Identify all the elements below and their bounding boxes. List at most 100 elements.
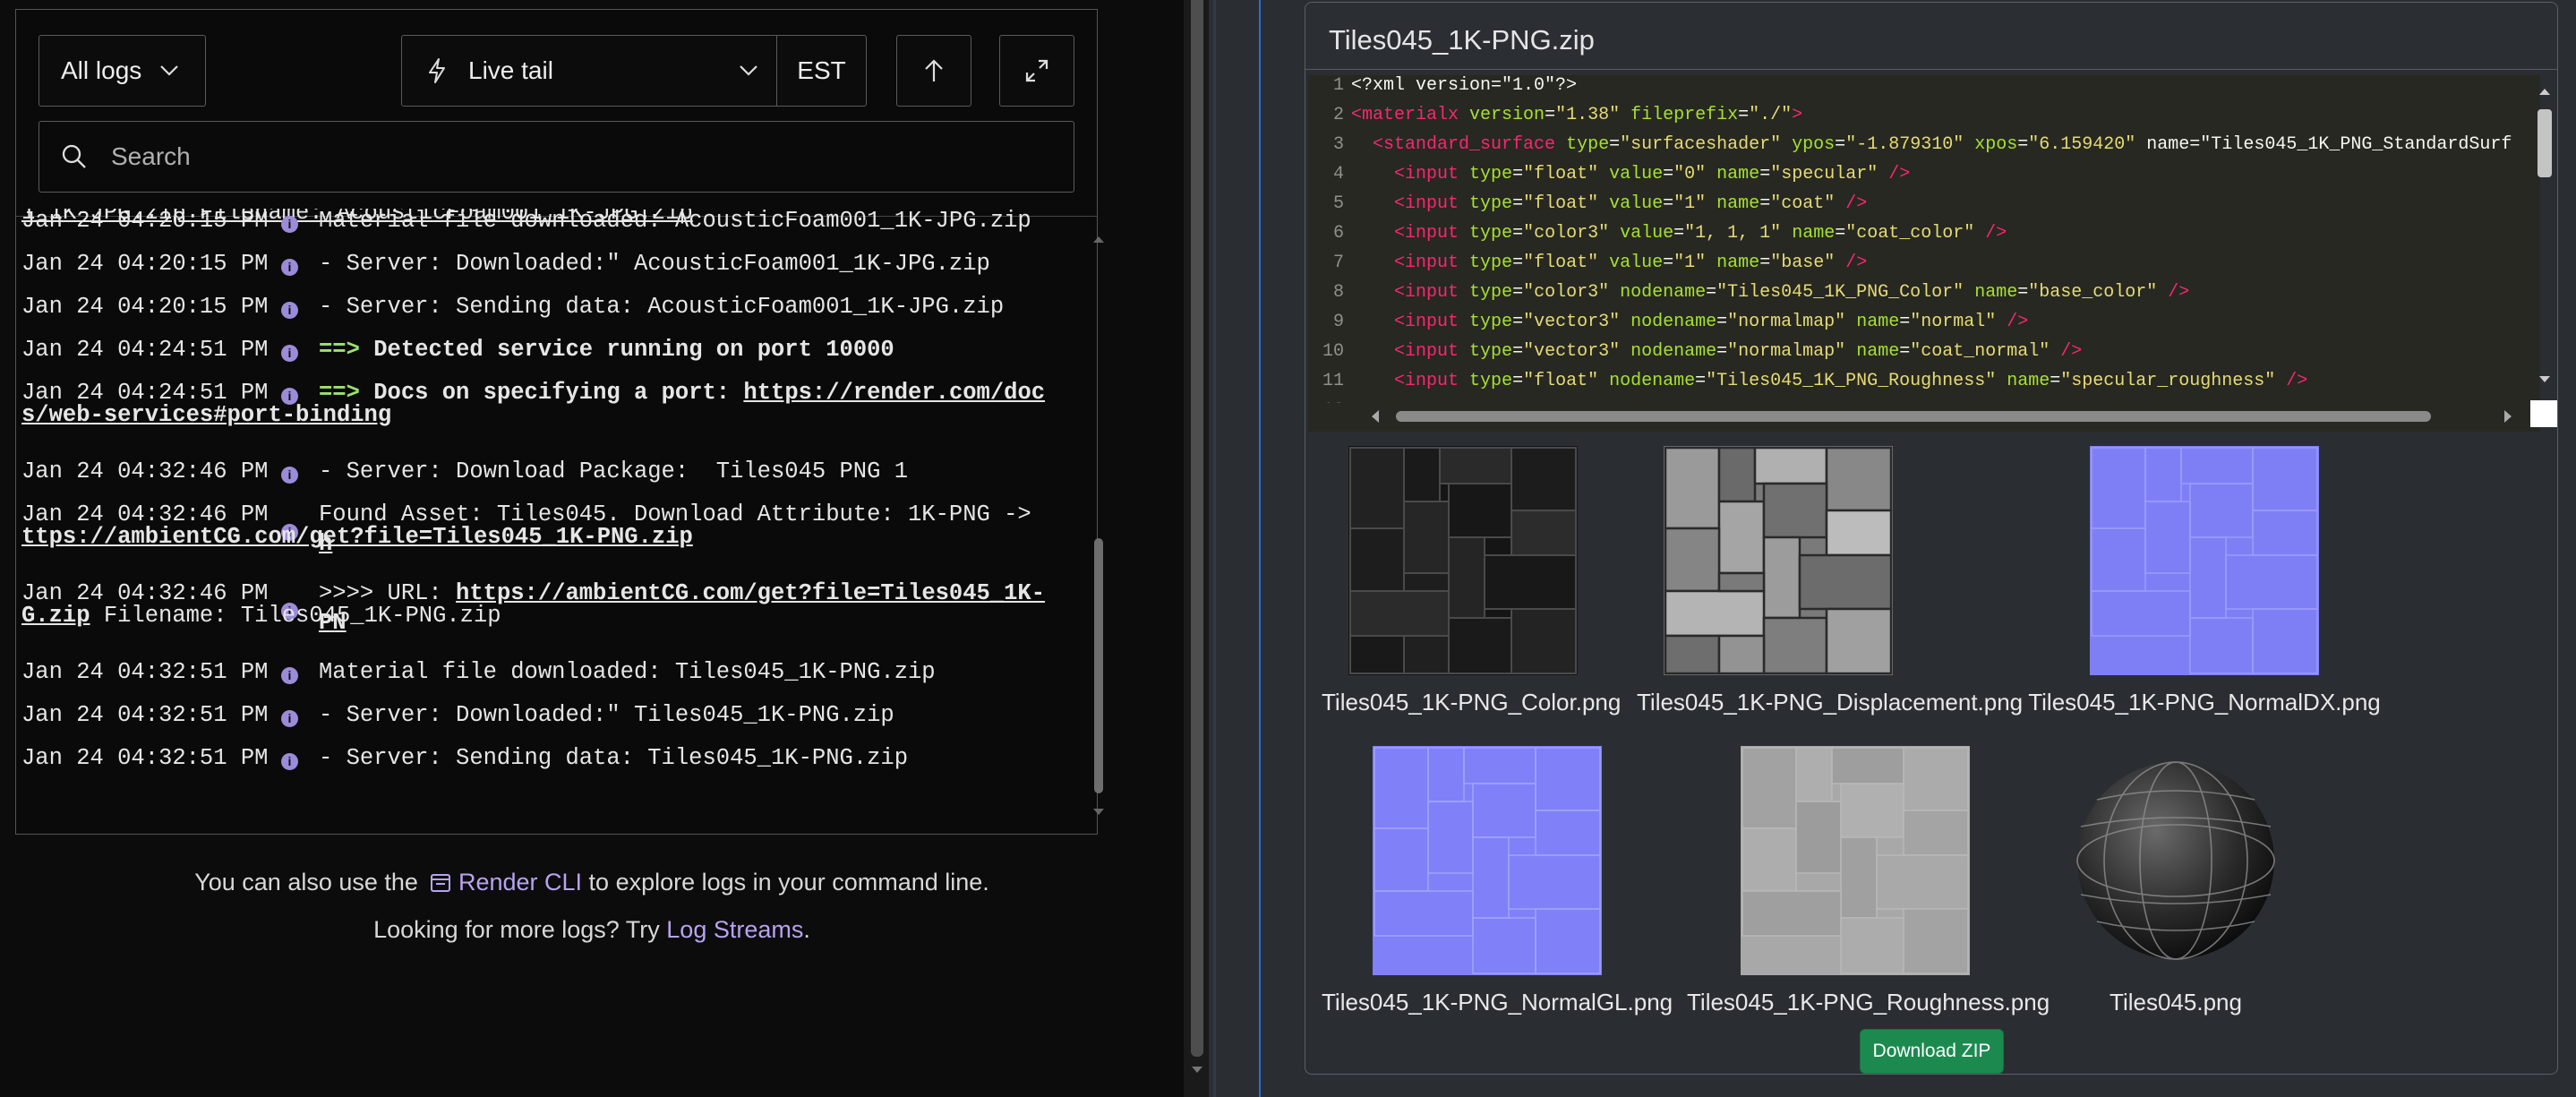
log-timestamp: Jan 24 04:32:46 PM — [21, 459, 269, 484]
scroll-right-arrow-icon — [2504, 410, 2512, 423]
log-entry-continuation: s/web-services#port-binding — [21, 400, 1051, 430]
code-text: <input type="float" value="0" name="spec… — [1394, 164, 1911, 184]
cli-hint-text: You can also use the — [194, 869, 418, 896]
code-line: 11 <input type="float" nodename="Tiles04… — [1308, 366, 2540, 396]
texture-caption: Tiles045_1K-PNG_Color.png — [1322, 689, 1622, 716]
texture-thumbnail-preview[interactable]: Tiles045.png — [2061, 746, 2290, 1016]
texture-thumbnail-normalgl[interactable]: Tiles045_1K-PNG_NormalGL.png — [1322, 746, 1673, 1016]
code-line: 1 <?xml version="1.0"?> — [1308, 75, 2540, 100]
texture-image — [1664, 446, 1893, 675]
log-streams-period: . — [803, 916, 810, 943]
line-number: 2 — [1332, 105, 1344, 125]
info-icon: i — [281, 292, 319, 321]
code-line: 10 <input type="vector3" nodename="norma… — [1308, 337, 2540, 366]
log-text: Material file downloaded: Tiles045_1K-PN… — [319, 659, 936, 685]
log-entry: Jan 24 04:24:51 PM i ==> Detected service … — [21, 335, 1051, 364]
scrollbar-corner — [2530, 400, 2557, 427]
texture-thumbnail-color[interactable]: Tiles045_1K-PNG_Color.png — [1322, 446, 1622, 716]
log-text: - Server: Sending data: AcousticFoam001_… — [319, 294, 1005, 320]
chevron-down-icon — [160, 65, 179, 76]
line-number: 8 — [1332, 282, 1344, 303]
texture-thumbnail-displacement[interactable]: Tiles045_1K-PNG_Displacement.png — [1637, 446, 2024, 716]
logs-filter-label: All logs — [61, 56, 142, 84]
search-field[interactable]: Search — [39, 121, 1074, 193]
info-icon: i — [281, 743, 319, 773]
code-text: <materialx version="1.38" fileprefix="./… — [1351, 105, 1803, 125]
info-icon: i — [281, 457, 319, 486]
logs-pane: All logs Live tail EST Search 1_1K-JPG.z… — [0, 0, 1184, 1097]
log-list: 1_1K-JPG.zip Filename: AcousticFoam001_1… — [21, 209, 1051, 818]
info-icon: i — [281, 249, 319, 279]
live-tail-dropdown[interactable]: Live tail — [401, 35, 777, 107]
texture-thumbnail-normaldx[interactable]: Tiles045_1K-PNG_NormalDX.png — [2024, 446, 2385, 716]
scroll-down-arrow-icon — [2539, 376, 2550, 382]
fullscreen-button[interactable] — [999, 35, 1074, 107]
log-scrollbar-thumb[interactable] — [1094, 538, 1103, 793]
log-entry: Jan 24 04:32:46 PM i - Server: Download Pa… — [21, 457, 1051, 486]
download-zip-button[interactable]: Download ZIP — [1860, 1029, 2004, 1074]
scroll-up-arrow-icon — [1093, 236, 1104, 243]
log-streams-text: Looking for more logs? Try — [373, 916, 660, 943]
code-text: <input type="color3" value="1, 1, 1" nam… — [1394, 223, 2007, 244]
log-streams-hint: Looking for more logs? Try Log Streams. — [0, 916, 1184, 944]
code-vertical-scrollbar-thumb[interactable] — [2537, 109, 2552, 177]
info-icon: i — [281, 657, 319, 687]
code-line: 5 <input type="float" value="1" name="co… — [1308, 189, 2540, 219]
texture-thumbnail-roughness[interactable]: Tiles045_1K-PNG_Roughness.png — [1687, 746, 2050, 1016]
log-message: - Server: Sending data: Tiles045_1K-PNG.… — [319, 743, 1051, 773]
log-timestamp: Jan 24 04:20:15 PM — [21, 294, 269, 320]
timezone-label: EST — [797, 56, 846, 84]
scroll-top-button[interactable] — [896, 35, 971, 107]
line-number: 4 — [1332, 164, 1344, 184]
info-icon: i — [281, 700, 319, 730]
log-timestamp: Jan 24 04:32:51 PM — [21, 702, 269, 728]
line-number: 7 — [1332, 253, 1344, 273]
log-text: - Server: Downloaded:" AcousticFoam001_1… — [319, 251, 990, 277]
texture-caption: Tiles045_1K-PNG_Displacement.png — [1637, 689, 2024, 716]
log-streams-link[interactable]: Log Streams — [666, 916, 803, 943]
code-line: 7 <input type="float" value="1" name="ba… — [1308, 248, 2540, 278]
code-text: <standard_surface type="surfaceshader" y… — [1373, 134, 2512, 155]
line-number: 11 — [1322, 371, 1344, 391]
log-entry: Jan 24 04:32:51 PM i Material file downloa… — [21, 657, 1051, 687]
log-timestamp: Jan 24 04:24:51 PM — [21, 337, 269, 363]
timezone-button[interactable]: EST — [776, 35, 867, 107]
code-line: 6 <input type="color3" value="1, 1, 1" n… — [1308, 219, 2540, 248]
log-text: Material file downloaded: AcousticFoam00… — [319, 209, 1031, 234]
texture-image — [1348, 446, 1578, 675]
log-link[interactable]: s/web-services#port-binding — [21, 402, 391, 428]
log-scrollbar[interactable] — [1091, 234, 1107, 825]
scroll-up-arrow-icon — [2539, 89, 2550, 95]
log-entry: Jan 24 04:20:15 PM i - Server: Sending dat… — [21, 292, 1051, 321]
render-cli-link[interactable]: Render CLI — [458, 869, 582, 896]
code-text: <input type="float" value="1" name="base… — [1394, 253, 1868, 273]
arrow-up-icon — [925, 59, 943, 81]
code-horizontal-scrollbar[interactable] — [1308, 403, 2540, 428]
log-entry: Jan 24 04:20:15 PM i - Server: Downloaded:… — [21, 249, 1051, 279]
log-link[interactable]: G.zip — [21, 603, 90, 629]
log-entry: Jan 24 04:32:51 PM i - Server: Sending dat… — [21, 743, 1051, 773]
line-number: 6 — [1332, 223, 1344, 244]
info-icon: i — [281, 335, 319, 364]
code-line: 4 <input type="float" value="0" name="sp… — [1308, 159, 2540, 189]
log-timestamp: Jan 24 04:20:15 PM — [21, 209, 269, 234]
cli-hint-text-end: to explore logs in your command line. — [588, 869, 989, 896]
scroll-down-arrow-icon — [1093, 809, 1104, 815]
code-scrollbar-thumb[interactable] — [1396, 411, 2431, 422]
log-link[interactable]: ttps://ambientCG.com/get?file=Tiles045_1… — [21, 524, 693, 550]
log-timestamp: Jan 24 04:20:15 PM — [21, 251, 269, 277]
live-tail-label: Live tail — [468, 56, 553, 84]
pane-scrollbar-thumb[interactable] — [1191, 0, 1203, 1057]
log-arrow: ==> — [319, 337, 360, 363]
chevron-down-icon — [740, 65, 757, 76]
logs-filter-dropdown[interactable]: All logs — [39, 35, 206, 107]
texture-caption: Tiles045.png — [2110, 989, 2242, 1016]
texture-caption: Tiles045_1K-PNG_NormalGL.png — [1322, 989, 1673, 1016]
search-placeholder: Search — [111, 142, 191, 170]
code-editor[interactable]: 1 <?xml version="1.0"?> 2 <materialx versio… — [1308, 75, 2540, 432]
code-text: <input type="color3" nodename="Tiles045_… — [1394, 282, 2190, 303]
texture-caption: Tiles045_1K-PNG_NormalDX.png — [2028, 689, 2381, 716]
search-icon — [62, 144, 86, 168]
code-line: 9 <input type="vector3" nodename="normal… — [1308, 307, 2540, 337]
code-text: <input type="float" value="1" name="coat… — [1394, 193, 1868, 214]
